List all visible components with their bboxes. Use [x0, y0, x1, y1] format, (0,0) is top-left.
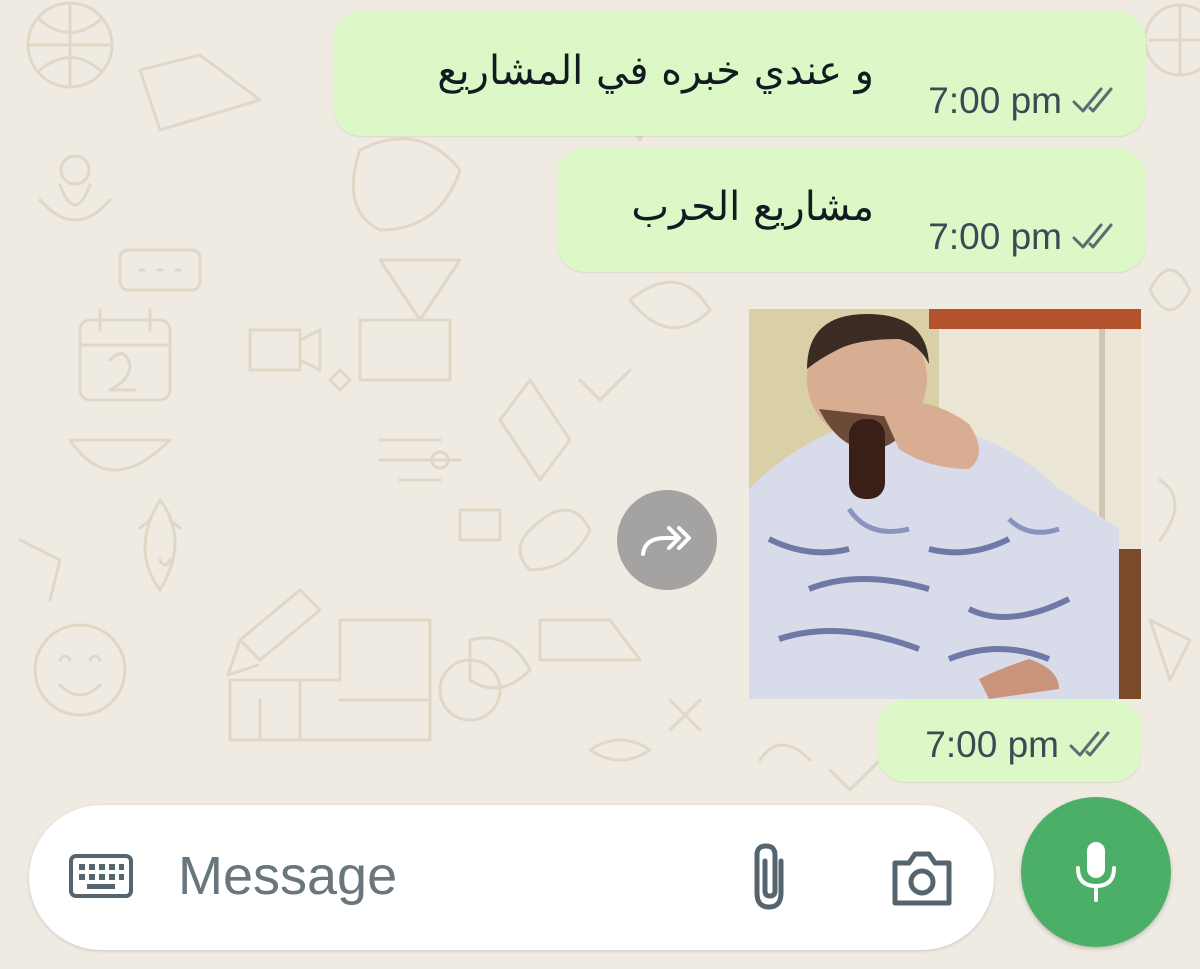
- forward-icon: [641, 526, 691, 556]
- mic-icon: [1076, 842, 1116, 902]
- double-check-icon: [1072, 223, 1113, 249]
- double-check-icon: [1072, 87, 1113, 113]
- keyboard-icon[interactable]: [69, 852, 133, 900]
- forward-button[interactable]: [617, 490, 717, 590]
- camera-icon[interactable]: [889, 847, 955, 909]
- double-check-icon: [1069, 731, 1110, 757]
- message-time: 7:00 pm: [928, 80, 1062, 121]
- media-timestamp-bubble: 7:00 pm: [877, 700, 1141, 782]
- message-text: و عندي خبره في المشاريع: [437, 48, 874, 94]
- voice-record-button[interactable]: [1021, 797, 1171, 947]
- message-time: 7:00 pm: [928, 216, 1062, 257]
- message-composer: Message: [29, 805, 994, 950]
- message-text: مشاريع الحرب: [631, 184, 874, 230]
- image-message[interactable]: [749, 309, 1141, 699]
- outgoing-message-bubble[interactable]: و عندي خبره في المشاريع 7:00 pm: [333, 12, 1146, 136]
- photo-thumbnail: [749, 309, 1141, 699]
- message-meta: 7:00 pm: [928, 80, 1120, 122]
- attach-icon[interactable]: [746, 843, 796, 913]
- outgoing-message-bubble[interactable]: مشاريع الحرب 7:00 pm: [557, 148, 1146, 272]
- message-meta: 7:00 pm: [925, 724, 1117, 766]
- message-input[interactable]: Message: [178, 845, 397, 907]
- message-meta: 7:00 pm: [928, 216, 1120, 258]
- message-time: 7:00 pm: [925, 724, 1059, 765]
